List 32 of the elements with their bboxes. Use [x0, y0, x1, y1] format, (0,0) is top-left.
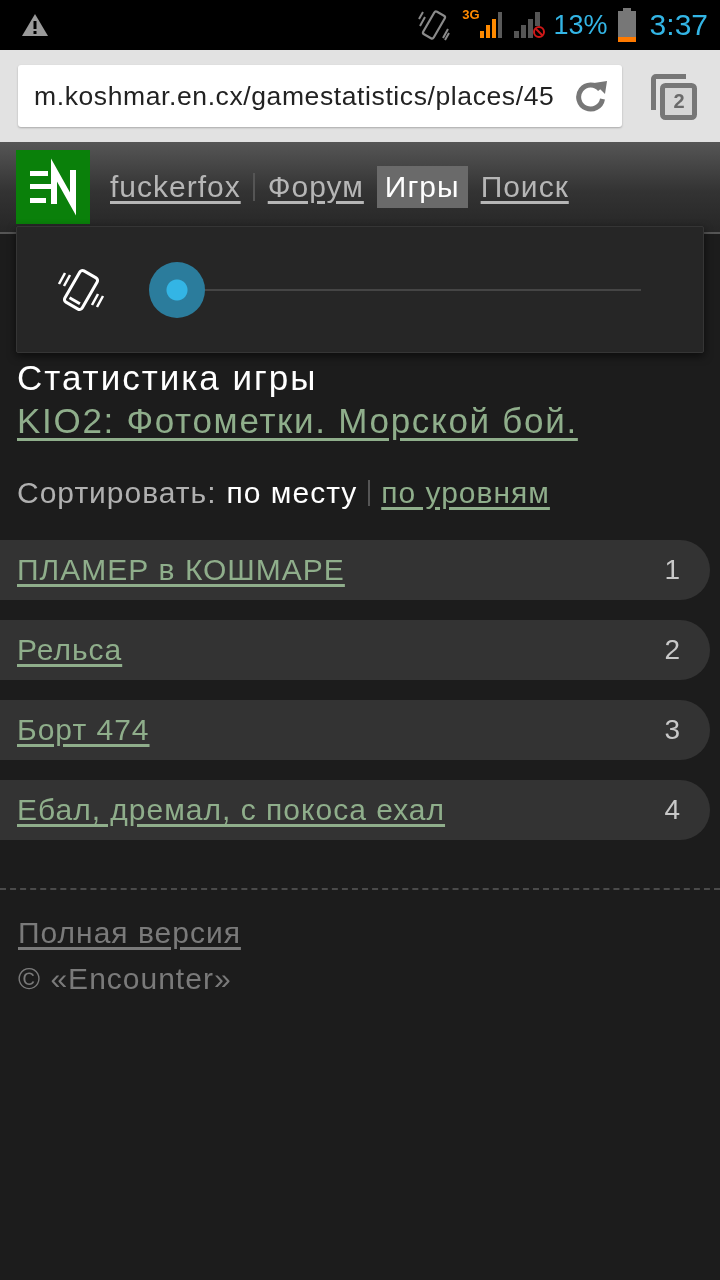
logo[interactable]: [16, 150, 90, 224]
battery-icon: [617, 8, 636, 42]
nav-link[interactable]: Игры: [376, 166, 468, 208]
game-link[interactable]: KIO2: Фотометки. Морской бой.: [17, 398, 578, 444]
team-link[interactable]: Ебал, дремал, с покоса ехал: [17, 793, 446, 827]
battery-percent: 13%: [553, 9, 608, 42]
sort-option[interactable]: по месту: [226, 476, 358, 510]
team-link[interactable]: Рельса: [17, 633, 123, 667]
signal-icon: [479, 12, 502, 38]
network-type-label: 3G: [462, 8, 480, 22]
vibrate-icon: [418, 7, 451, 43]
place-number: 2: [664, 634, 680, 666]
full-version-link[interactable]: Полная версия: [18, 912, 241, 954]
url-field[interactable]: m.koshmar.en.cx/gamestatistics/places/45: [18, 65, 622, 127]
copyright-text: © «Encounter»: [18, 961, 232, 997]
place-number: 4: [664, 794, 680, 826]
page-title: Статистика игры: [16, 358, 319, 398]
user-link[interactable]: fuckerfox: [110, 166, 241, 208]
reload-icon[interactable]: [574, 79, 608, 113]
warning-icon: [22, 14, 48, 36]
sort-label: Сортировать:: [17, 476, 217, 510]
team-link[interactable]: ПЛАМЕР в КОШМАРЕ: [17, 553, 345, 587]
place-number: 1: [664, 554, 680, 586]
stacked-squares-icon: [650, 72, 697, 120]
nav-link[interactable]: Поиск: [480, 166, 569, 208]
sort-option[interactable]: по уровням: [381, 476, 550, 510]
clock: 3:37: [649, 8, 708, 42]
tab-switcher-button[interactable]: 2: [650, 72, 697, 120]
no-signal-icon: [513, 12, 546, 38]
place-number: 3: [664, 714, 680, 746]
team-link[interactable]: Борт 474: [17, 713, 150, 747]
nav-link[interactable]: Форум: [267, 166, 364, 208]
